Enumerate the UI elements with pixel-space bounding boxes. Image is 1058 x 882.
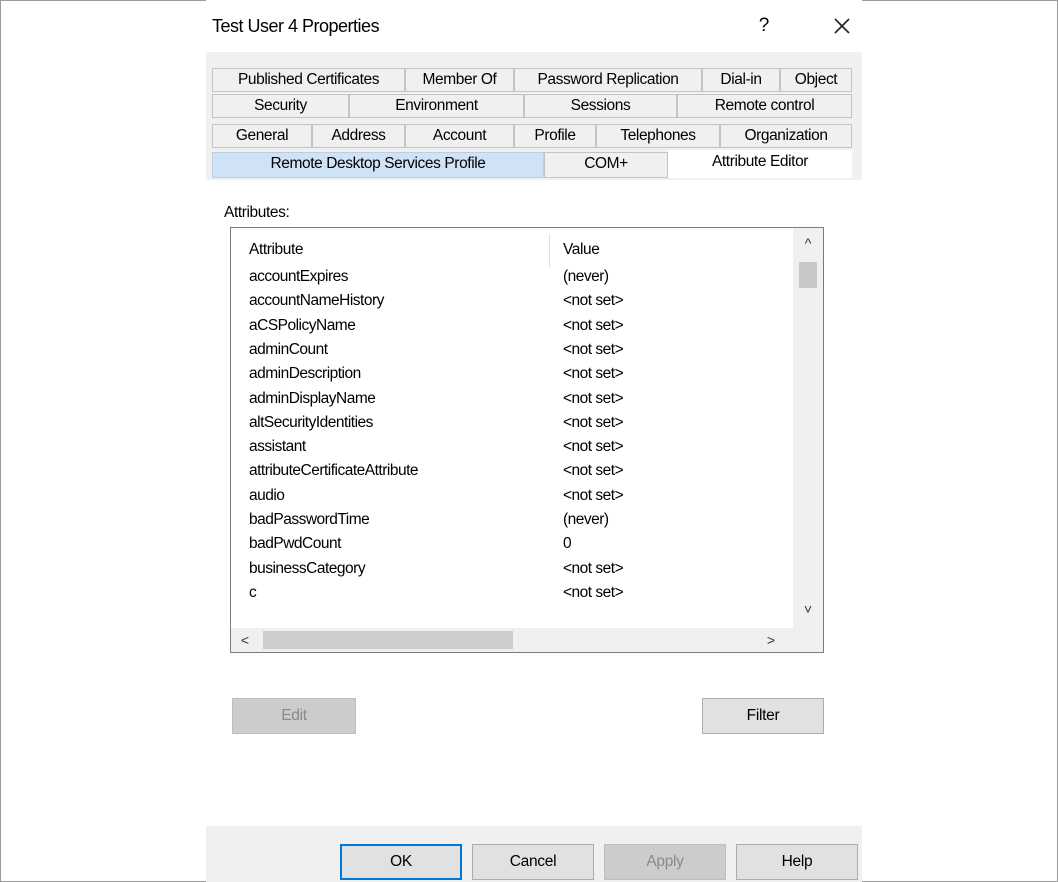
attribute-value: <not set> bbox=[563, 559, 624, 577]
table-row[interactable]: accountExpires (never) bbox=[249, 266, 769, 289]
attribute-name: businessCategory bbox=[249, 559, 366, 577]
scroll-right-icon[interactable]: > bbox=[759, 628, 783, 652]
tab-general[interactable]: General bbox=[212, 124, 312, 148]
tab-remote-control[interactable]: Remote control bbox=[677, 94, 852, 118]
tab-telephones[interactable]: Telephones bbox=[596, 124, 720, 148]
horizontal-scrollbar[interactable]: < > bbox=[231, 628, 793, 652]
ok-button[interactable]: OK bbox=[340, 844, 462, 880]
table-row[interactable]: badPasswordTime (never) bbox=[249, 509, 769, 532]
attribute-value: (never) bbox=[563, 268, 609, 285]
cancel-button[interactable]: Cancel bbox=[472, 844, 594, 880]
attribute-name: adminCount bbox=[249, 340, 328, 358]
apply-button[interactable]: Apply bbox=[604, 844, 726, 880]
table-row[interactable]: attributeCertificateAttribute <not set> bbox=[249, 460, 769, 483]
filter-button[interactable]: Filter bbox=[702, 698, 824, 734]
table-row[interactable]: c <not set> bbox=[249, 582, 769, 605]
tab-address[interactable]: Address bbox=[312, 124, 405, 148]
attribute-value: <not set> bbox=[563, 292, 624, 310]
tab-account[interactable]: Account bbox=[405, 124, 514, 148]
attribute-name: c bbox=[249, 583, 257, 601]
tab-published-certificates[interactable]: Published Certificates bbox=[212, 68, 405, 92]
window-title: Test User 4 Properties bbox=[212, 16, 380, 36]
table-row[interactable]: businessCategory <not set> bbox=[249, 558, 769, 581]
tab-remote-desktop-services-profile[interactable]: Remote Desktop Services Profile bbox=[212, 152, 544, 178]
attribute-name: adminDisplayName bbox=[249, 389, 376, 407]
scroll-left-icon[interactable]: < bbox=[233, 628, 257, 652]
attribute-editor-panel: Attributes: Attribute Value accountExpir… bbox=[206, 180, 862, 826]
tab-password-replication[interactable]: Password Replication bbox=[514, 68, 702, 92]
column-header-attribute[interactable]: Attribute bbox=[249, 241, 304, 259]
table-row[interactable]: altSecurityIdentities <not set> bbox=[249, 412, 769, 435]
scroll-down-icon[interactable]: ˅ bbox=[793, 598, 823, 620]
column-divider[interactable] bbox=[549, 234, 550, 268]
help-button[interactable]: Help bbox=[736, 844, 858, 880]
attribute-value: <not set> bbox=[563, 316, 624, 334]
title-bar: Test User 4 Properties ? bbox=[206, 0, 862, 52]
attribute-value: <not set> bbox=[563, 462, 624, 480]
scroll-up-icon[interactable]: ^ bbox=[793, 232, 823, 254]
column-header-value[interactable]: Value bbox=[563, 241, 600, 259]
tab-object[interactable]: Object bbox=[780, 68, 852, 92]
attribute-name: aCSPolicyName bbox=[249, 316, 356, 334]
table-row[interactable]: badPwdCount 0 bbox=[249, 533, 769, 556]
attribute-value: <not set> bbox=[563, 438, 624, 456]
vertical-scroll-thumb[interactable] bbox=[799, 262, 817, 288]
vertical-scrollbar[interactable]: ^ ˅ bbox=[793, 228, 823, 652]
close-icon[interactable] bbox=[828, 12, 856, 40]
attribute-value: <not set> bbox=[563, 340, 624, 358]
attributes-label: Attributes: bbox=[224, 204, 290, 221]
tab-member-of[interactable]: Member Of bbox=[405, 68, 514, 92]
tab-dial-in[interactable]: Dial-in bbox=[702, 68, 780, 92]
attribute-value: <not set> bbox=[563, 583, 624, 601]
horizontal-scroll-thumb[interactable] bbox=[263, 631, 513, 649]
table-row[interactable]: adminDisplayName <not set> bbox=[249, 388, 769, 411]
table-row[interactable]: audio <not set> bbox=[249, 485, 769, 508]
tab-security[interactable]: Security bbox=[212, 94, 349, 118]
attribute-value: 0 bbox=[563, 535, 572, 553]
attributes-list[interactable]: Attribute Value accountExpires (never) acc… bbox=[230, 227, 824, 653]
attribute-name: adminDescription bbox=[249, 365, 361, 383]
attribute-value: <not set> bbox=[563, 389, 624, 407]
properties-dialog: Test User 4 Properties ? Published Certi… bbox=[206, 0, 862, 882]
attribute-name: badPwdCount bbox=[249, 535, 341, 553]
attribute-name: altSecurityIdentities bbox=[249, 413, 373, 431]
attribute-name: assistant bbox=[249, 438, 306, 456]
edit-button[interactable]: Edit bbox=[232, 698, 356, 734]
attribute-value: <not set> bbox=[563, 486, 624, 504]
attribute-name: attributeCertificateAttribute bbox=[249, 462, 419, 480]
tab-com-plus[interactable]: COM+ bbox=[544, 152, 668, 178]
table-row[interactable]: assistant <not set> bbox=[249, 436, 769, 459]
attribute-value: <not set> bbox=[563, 413, 624, 431]
table-row[interactable]: aCSPolicyName <not set> bbox=[249, 315, 769, 338]
tab-organization[interactable]: Organization bbox=[720, 124, 852, 148]
attribute-name: accountExpires bbox=[249, 268, 348, 285]
table-row[interactable]: accountNameHistory <not set> bbox=[249, 290, 769, 313]
tab-environment[interactable]: Environment bbox=[349, 94, 524, 118]
attribute-name: audio bbox=[249, 486, 285, 504]
attribute-value: (never) bbox=[563, 511, 609, 528]
tab-attribute-editor[interactable]: Attribute Editor bbox=[668, 150, 852, 178]
tab-sessions[interactable]: Sessions bbox=[524, 94, 677, 118]
table-row[interactable]: adminCount <not set> bbox=[249, 339, 769, 362]
tab-profile[interactable]: Profile bbox=[514, 124, 596, 148]
attribute-name: accountNameHistory bbox=[249, 292, 384, 310]
table-row[interactable]: adminDescription <not set> bbox=[249, 363, 769, 386]
attribute-value: <not set> bbox=[563, 365, 624, 383]
help-title-button[interactable]: ? bbox=[752, 14, 776, 38]
attribute-name: badPasswordTime bbox=[249, 511, 370, 528]
